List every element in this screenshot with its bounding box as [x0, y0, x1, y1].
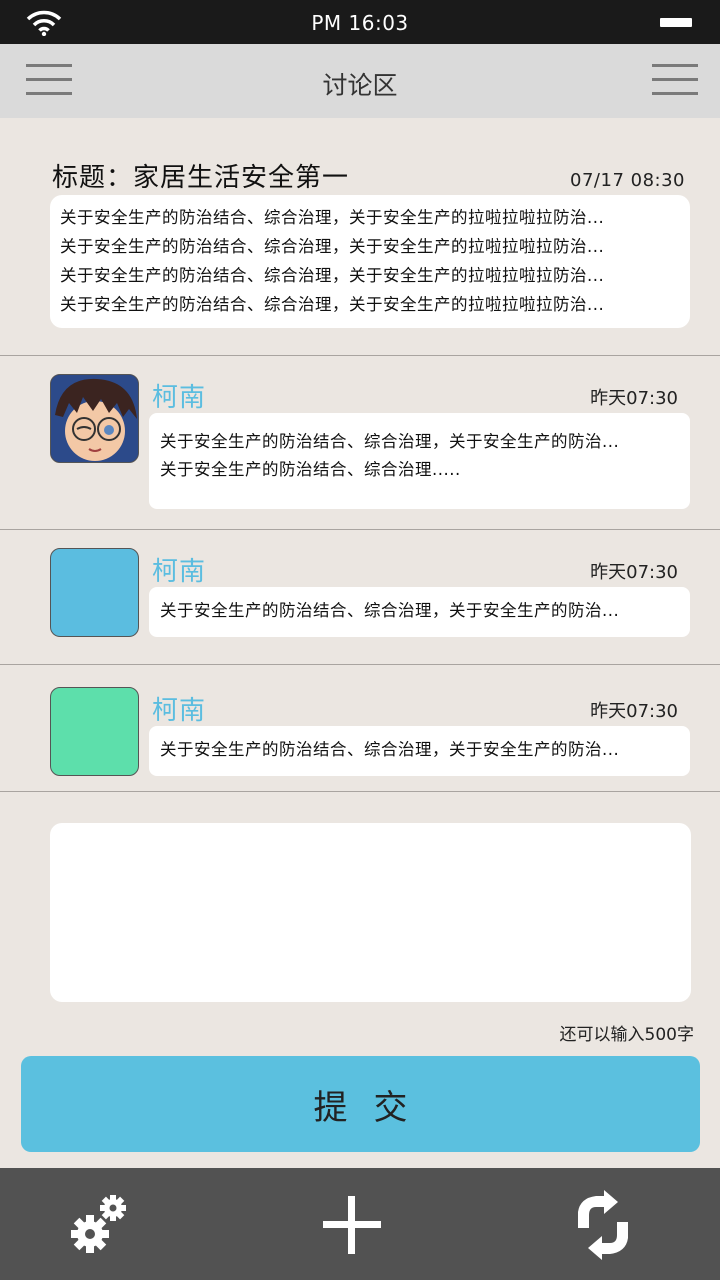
post-line: 关于安全生产的防治结合、综合治理，关于安全生产的拉啦拉啦拉防治...: [60, 237, 605, 256]
submit-button[interactable]: 提交: [21, 1056, 700, 1152]
comment-line: 关于安全生产的防治结合、综合治理，关于安全生产的防治...: [160, 432, 620, 451]
divider: [0, 355, 720, 356]
avatar[interactable]: [50, 548, 139, 637]
right-menu-button[interactable]: [652, 61, 700, 101]
divider: [0, 664, 720, 665]
comment-author[interactable]: 柯南: [152, 690, 206, 727]
page-title: 讨论区: [322, 71, 398, 100]
post-date: 07/17 08:30: [570, 170, 685, 191]
post-body: 关于安全生产的防治结合、综合治理，关于安全生产的拉啦拉啦拉防治... 关于安全生…: [50, 195, 690, 328]
cartoon-avatar-icon: [51, 375, 138, 462]
status-bar: PM 16:03: [0, 0, 720, 44]
plus-icon[interactable]: [317, 1190, 387, 1260]
divider: [0, 529, 720, 530]
post-line: 关于安全生产的防治结合、综合治理，关于安全生产的拉啦拉啦拉防治...: [60, 208, 605, 227]
status-time: PM 16:03: [311, 11, 409, 35]
reply-input[interactable]: [50, 823, 691, 1002]
comment-line: 关于安全生产的防治结合、综合治理，关于安全生产的防治...: [160, 740, 620, 759]
refresh-icon[interactable]: [568, 1190, 638, 1260]
app-header: 讨论区: [0, 44, 720, 118]
char-count: 还可以输入500字: [559, 1025, 694, 1045]
comment-time: 昨天07:30: [590, 701, 678, 722]
avatar[interactable]: [50, 687, 139, 776]
gears-icon[interactable]: [66, 1190, 136, 1260]
comment-author[interactable]: 柯南: [152, 551, 206, 588]
divider: [0, 791, 720, 792]
post-line: 关于安全生产的防治结合、综合治理，关于安全生产的拉啦拉啦拉防治...: [60, 295, 605, 314]
comment-time: 昨天07:30: [590, 562, 678, 583]
comment-body: 关于安全生产的防治结合、综合治理，关于安全生产的防治... 关于安全生产的防治结…: [149, 413, 690, 509]
comment-body: 关于安全生产的防治结合、综合治理，关于安全生产的防治...: [149, 587, 690, 637]
comment-body: 关于安全生产的防治结合、综合治理，关于安全生产的防治...: [149, 726, 690, 776]
battery-icon: [660, 18, 692, 27]
comment-time: 昨天07:30: [590, 388, 678, 409]
post-title: 标题：家居生活安全第一: [52, 163, 350, 193]
comment-line: 关于安全生产的防治结合、综合治理.....: [160, 460, 461, 479]
bottom-toolbar: [0, 1168, 720, 1280]
post-line: 关于安全生产的防治结合、综合治理，关于安全生产的拉啦拉啦拉防治...: [60, 266, 605, 285]
comment-author[interactable]: 柯南: [152, 377, 206, 414]
comment-line: 关于安全生产的防治结合、综合治理，关于安全生产的防治...: [160, 601, 620, 620]
avatar[interactable]: [50, 374, 139, 463]
